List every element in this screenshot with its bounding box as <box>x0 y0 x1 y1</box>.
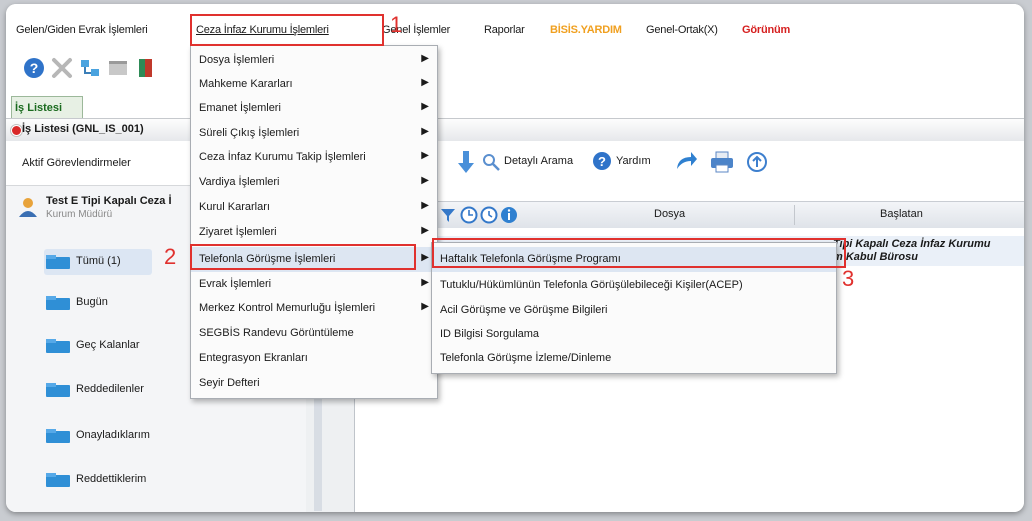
submenu-arrow-icon: ▶ <box>421 252 429 263</box>
menu-gelen-giden[interactable]: Gelen/Giden Evrak İşlemleri <box>16 24 148 36</box>
menu-item-segbis-randevu[interactable]: SEGBİS Randevu Görüntüleme <box>191 321 437 346</box>
menu-item-izleme-dinleme[interactable]: Telefonla Görüşme İzleme/Dinleme <box>432 346 836 371</box>
folder-icon <box>46 383 70 397</box>
ceza-infaz-dropdown-menu: Dosya İşlemleri ▶ Mahkeme Kararları ▶ Eman… <box>190 45 438 399</box>
folder-label: Reddedilenler <box>76 383 144 395</box>
help-icon[interactable]: ? <box>592 151 612 171</box>
column-divider <box>794 205 795 225</box>
submenu-arrow-icon: ▶ <box>421 150 429 161</box>
menu-bisis-yardim[interactable]: BİSİS.YARDIM <box>550 24 622 36</box>
menu-item-acil-gorusme[interactable]: Acil Görüşme ve Görüşme Bilgileri <box>432 298 836 323</box>
folder-bugun[interactable]: Bugün <box>46 290 166 316</box>
user-name: Test E Tipi Kapalı Ceza İ <box>46 195 172 207</box>
submenu-arrow-icon: ▶ <box>421 225 429 236</box>
submenu-arrow-icon: ▶ <box>421 53 429 64</box>
detayli-arama-button[interactable]: Detaylı Arama <box>504 155 573 167</box>
folder-label: Bugün <box>76 296 108 308</box>
callout-number-1: 1 <box>390 12 403 37</box>
submenu-arrow-icon: ▶ <box>421 301 429 312</box>
folder-label: Onayladıklarım <box>76 429 150 441</box>
folder-tumu[interactable]: Tümü (1) <box>46 249 166 275</box>
menu-item-entegrasyon-ekranlari[interactable]: Entegrasyon Ekranları <box>191 346 437 371</box>
column-dosya[interactable]: Dosya <box>654 208 685 220</box>
menu-item-sureli-cikis[interactable]: Süreli Çıkış İşlemleri ▶ <box>191 121 437 146</box>
right-toolbar: Detaylı Arama ? Yardım <box>354 141 1024 185</box>
svg-text:?: ? <box>30 60 39 76</box>
help-icon[interactable]: ? <box>22 56 46 80</box>
submenu-arrow-icon: ▶ <box>421 126 429 137</box>
clock-icon[interactable] <box>460 206 478 224</box>
menu-item-acep-kisiler[interactable]: Tutuklu/Hükümlünün Telefonla Görüşülebil… <box>432 273 836 298</box>
submenu-arrow-icon: ▶ <box>421 101 429 112</box>
timer-icon[interactable] <box>480 206 498 224</box>
folder-icon <box>46 296 70 310</box>
folder-reddettiklerim[interactable]: Reddettiklerim <box>46 467 176 493</box>
filter-icon[interactable] <box>440 207 456 223</box>
user-role: Kurum Müdürü <box>46 209 113 220</box>
close-x-icon[interactable] <box>50 56 74 80</box>
folder-icon <box>46 339 70 353</box>
aktif-gorevlendirmeler-label: Aktif Görevlendirmeler <box>22 157 131 169</box>
folder-icon <box>46 255 70 269</box>
print-icon[interactable] <box>710 151 734 173</box>
menu-item-vardiya-islemleri[interactable]: Vardiya İşlemleri ▶ <box>191 170 437 195</box>
row-baslatan-line2: m Kabul Bürosu <box>833 251 918 263</box>
menu-genel-ortak[interactable]: Genel-Ortak(X) <box>646 24 718 36</box>
callout-number-3: 3 <box>842 266 855 291</box>
is-listesi-header: İş Listesi (GNL_IS_001) <box>6 118 1024 142</box>
menu-item-merkez-kontrol[interactable]: Merkez Kontrol Memurluğu İşlemleri ▶ <box>191 296 437 321</box>
menu-item-id-sorgulama[interactable]: ID Bilgisi Sorgulama <box>432 322 836 347</box>
folder-icon <box>46 473 70 487</box>
info-icon[interactable] <box>500 206 518 224</box>
folder-label: Reddettiklerim <box>76 473 147 485</box>
highlight-box-3 <box>432 238 846 268</box>
submenu-arrow-icon: ▶ <box>421 277 429 288</box>
yardim-button[interactable]: Yardım <box>616 155 651 167</box>
folder-reddedilenler[interactable]: Reddedilenler <box>46 377 166 403</box>
highlight-box-1 <box>190 14 384 46</box>
folder-icon <box>46 429 70 443</box>
network-icon[interactable] <box>78 56 102 80</box>
menu-item-ziyaret-islemleri[interactable]: Ziyaret İşlemleri ▶ <box>191 220 437 245</box>
menu-item-mahkeme-kararlari[interactable]: Mahkeme Kararları ▶ <box>191 72 437 97</box>
row-baslatan-cell: Tipi Kapalı Ceza İnfaz Kurumu m Kabul Bü… <box>833 238 991 264</box>
user-avatar-icon <box>19 198 37 217</box>
submenu-arrow-icon: ▶ <box>421 77 429 88</box>
tab-is-listesi[interactable]: İş Listesi <box>11 96 83 118</box>
highlight-box-2 <box>190 244 416 270</box>
record-dot-icon <box>11 125 22 136</box>
menu-item-evrak-islemleri[interactable]: Evrak İşlemleri ▶ <box>191 272 437 297</box>
menu-item-kurul-kararlari[interactable]: Kurul Kararları ▶ <box>191 195 437 220</box>
row-baslatan-line1: Tipi Kapalı Ceza İnfaz Kurumu <box>833 238 991 250</box>
book-icon[interactable] <box>134 56 158 80</box>
arrow-down-icon[interactable] <box>458 151 474 173</box>
application-window: Gelen/Giden Evrak İşlemleri Ceza İnfaz K… <box>6 4 1024 512</box>
folder-label: Geç Kalanlar <box>76 339 140 351</box>
menu-raporlar[interactable]: Raporlar <box>484 24 525 36</box>
submenu-arrow-icon: ▶ <box>421 200 429 211</box>
folder-gec-kalanlar[interactable]: Geç Kalanlar <box>46 333 166 359</box>
column-baslatan[interactable]: Başlatan <box>880 208 923 220</box>
menu-gorunum[interactable]: Görünüm <box>742 24 790 36</box>
menu-item-seyir-defteri[interactable]: Seyir Defteri <box>191 371 437 396</box>
refresh-icon[interactable] <box>674 151 698 173</box>
submenu-arrow-icon: ▶ <box>421 175 429 186</box>
svg-text:?: ? <box>598 154 606 169</box>
search-icon[interactable] <box>482 153 500 171</box>
menu-item-takip-islemleri[interactable]: Ceza İnfaz Kurumu Takip İşlemleri ▶ <box>191 145 437 170</box>
is-listesi-title: İş Listesi (GNL_IS_001) <box>22 123 144 135</box>
menu-item-dosya-islemleri[interactable]: Dosya İşlemleri ▶ <box>191 48 437 73</box>
callout-number-2: 2 <box>164 244 177 269</box>
upload-circle-icon[interactable] <box>746 151 768 173</box>
window-icon[interactable] <box>106 56 130 80</box>
folder-onayladiklarim[interactable]: Onayladıklarım <box>46 423 176 449</box>
grid-header: Dosya Başlatan <box>354 201 1024 229</box>
menu-bar: Gelen/Giden Evrak İşlemleri Ceza İnfaz K… <box>6 4 1024 48</box>
folder-label: Tümü (1) <box>76 255 121 267</box>
menu-item-emanet-islemleri[interactable]: Emanet İşlemleri ▶ <box>191 96 437 121</box>
